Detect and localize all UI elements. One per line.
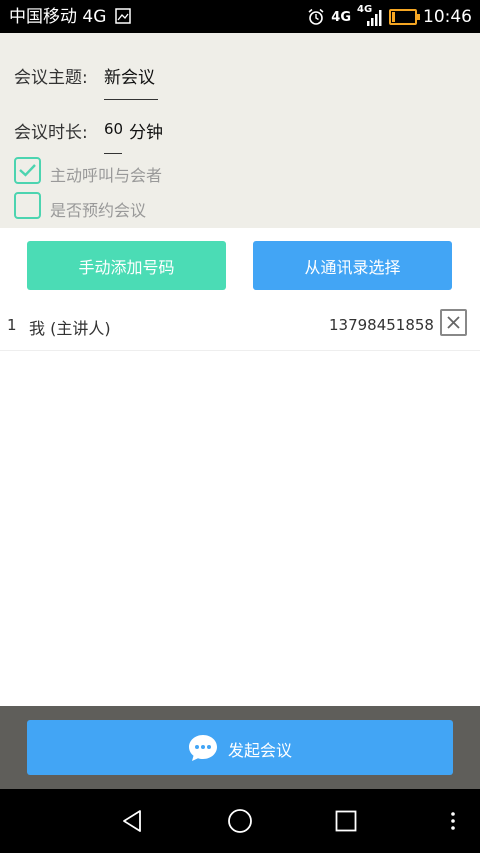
carrier-label: 中国移动 4G [9, 7, 107, 27]
contacts-select-button[interactable]: 从通讯录选择 [253, 241, 452, 290]
duration-input-underline [104, 153, 122, 154]
remove-participant-button[interactable] [440, 309, 467, 336]
start-meeting-button[interactable]: 发起会议 [27, 720, 453, 775]
duration-input[interactable]: 60 [104, 120, 123, 138]
close-icon [447, 316, 460, 329]
participant-row: 1 我 (主讲人) 13798451858 [0, 300, 480, 351]
schedule-checkbox[interactable] [14, 192, 41, 219]
navigation-bar [0, 789, 480, 853]
image-icon [115, 8, 131, 24]
auto-call-checkbox[interactable] [14, 157, 41, 184]
home-icon[interactable] [227, 808, 253, 834]
checkmark-icon [19, 164, 36, 177]
participant-phone: 13798451858 [329, 316, 434, 334]
status-bar: 中国移动 4G 4G 4G 10:46 [0, 0, 480, 33]
start-meeting-label: 发起会议 [228, 741, 293, 760]
recent-apps-icon[interactable] [335, 810, 357, 832]
participant-name: 我 (主讲人) [29, 319, 111, 338]
topic-input-underline [104, 99, 158, 100]
duration-label: 会议时长: [14, 123, 88, 143]
clock: 10:46 [423, 7, 472, 27]
chat-bubble-icon [189, 735, 217, 761]
back-icon[interactable] [120, 809, 144, 833]
network-4g-badge: 4G [331, 9, 351, 25]
signal-icon: 4G [357, 4, 383, 28]
alarm-icon [308, 8, 324, 25]
topic-label: 会议主题: [14, 68, 88, 88]
status-icons: 4G 4G 10:46 [307, 4, 472, 30]
schedule-label[interactable]: 是否预约会议 [50, 197, 146, 221]
topic-input[interactable]: 新会议 [104, 63, 155, 88]
participant-index: 1 [7, 316, 17, 334]
battery-icon [389, 9, 420, 25]
more-options-icon[interactable] [449, 811, 457, 831]
manual-add-button[interactable]: 手动添加号码 [27, 241, 226, 290]
duration-unit: 分钟 [129, 123, 163, 143]
bottom-panel: 发起会议 [0, 706, 480, 789]
auto-call-label[interactable]: 主动呼叫与会者 [50, 162, 162, 186]
